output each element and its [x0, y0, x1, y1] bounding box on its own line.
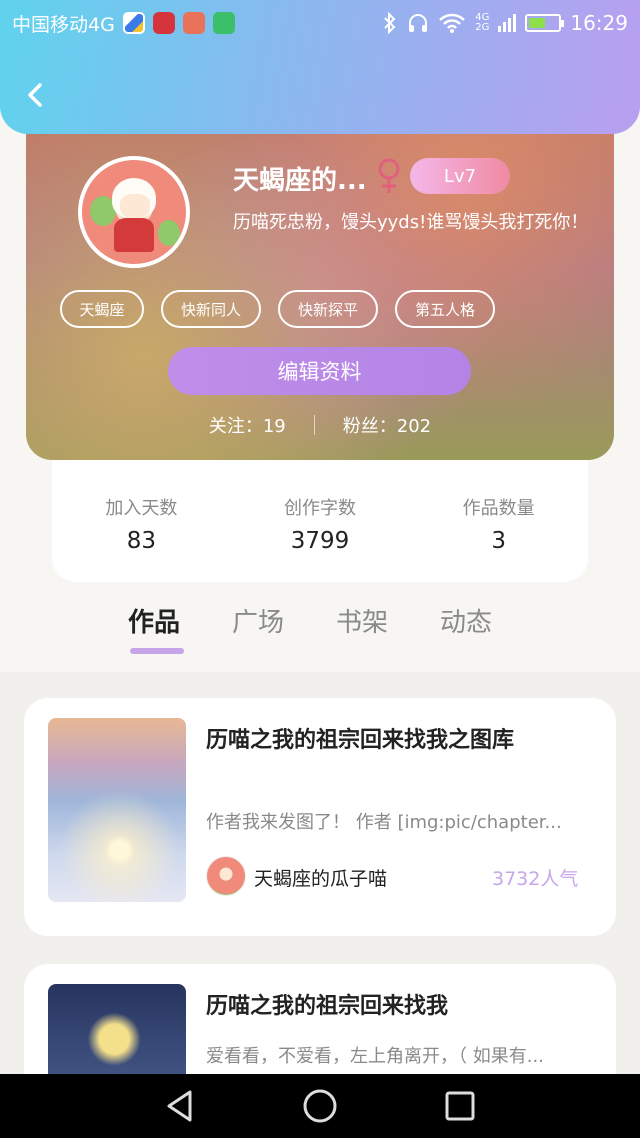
stat-value: 3	[491, 528, 506, 554]
app-notification-icon	[122, 12, 145, 34]
tag-item[interactable]: 快新同人	[161, 290, 261, 328]
tab-plaza[interactable]: 广场	[232, 602, 284, 639]
clock: 16:29	[570, 11, 628, 35]
network-type: 4G 2G	[475, 13, 489, 33]
author-avatar	[206, 856, 246, 896]
chevron-left-icon	[28, 83, 42, 107]
battery-icon	[525, 14, 565, 32]
signal-icon	[498, 14, 517, 32]
triangle-back-icon	[167, 1090, 192, 1122]
username: 天蝎座的...	[233, 166, 367, 196]
work-cover-image	[48, 984, 186, 1074]
divider	[313, 415, 315, 435]
tab-works[interactable]: 作品	[128, 602, 180, 639]
tab-activity[interactable]: 动态	[440, 602, 492, 639]
status-right: 4G 2G 16:29	[382, 11, 628, 35]
stat-value: 3799	[290, 528, 350, 554]
followers-count[interactable]: 粉丝：202	[343, 412, 431, 438]
tab-bookshelf[interactable]: 书架	[336, 602, 388, 639]
tag-item[interactable]: 第五人格	[395, 290, 495, 328]
female-icon	[378, 158, 400, 193]
stat-value: 83	[126, 528, 156, 554]
follow-stats: 关注：19 粉丝：202	[26, 412, 614, 438]
tabs: 作品 广场 书架 动态	[128, 602, 492, 639]
tag-item[interactable]: 快新探平	[278, 290, 378, 328]
bluetooth-icon	[384, 12, 396, 34]
stat-label: 加入天数	[105, 498, 178, 519]
back-button[interactable]	[18, 78, 52, 112]
system-nav-bar	[0, 1074, 640, 1138]
square-recents-icon	[445, 1091, 475, 1121]
stat-days-joined: 加入天数 83	[66, 494, 216, 582]
stat-word-count: 创作字数 3799	[245, 494, 395, 582]
status-bar: 中国移动4G 4G 2G 16:29	[0, 0, 640, 46]
work-title: 历喵之我的祖宗回来找我	[206, 994, 449, 1019]
active-tab-indicator	[130, 648, 184, 654]
nav-recents-button[interactable]	[438, 1084, 482, 1128]
nav-home-button[interactable]	[298, 1084, 342, 1128]
stats-card: 加入天数 83 创作字数 3799 作品数量 3	[52, 446, 588, 582]
tab-bar: 作品 广场 书架 动态	[0, 582, 640, 672]
work-excerpt: 爱看看，不爱看，左上角离开，（ 如果有...	[206, 1046, 544, 1067]
stat-works-count: 作品数量 3	[424, 494, 574, 582]
profile-card: 天蝎座的... Lv7 历喵死忠粉，馒头yyds!谁骂馒头我打死你！ 天蝎座 快…	[26, 110, 614, 460]
tag-list: 天蝎座 快新同人 快新探平 第五人格	[60, 290, 495, 328]
eye-app-icon	[212, 12, 235, 34]
work-cover-image	[48, 718, 186, 902]
author-name: 天蝎座的瓜子喵	[254, 868, 388, 890]
tag-item[interactable]: 天蝎座	[60, 290, 144, 328]
nav-back-button[interactable]	[158, 1084, 202, 1128]
stat-label: 创作字数	[283, 498, 356, 519]
edit-profile-button[interactable]: 编辑资料	[168, 347, 471, 395]
circle-home-icon	[303, 1089, 337, 1123]
wifi-icon	[439, 13, 466, 33]
works-list: 历喵之我的祖宗回来找我之图库 作者我来发图了！ 作者 [img:pic/chap…	[0, 672, 640, 1074]
work-title: 历喵之我的祖宗回来找我之图库	[206, 728, 515, 753]
carrier-label: 中国移动4G	[12, 13, 115, 36]
headphones-icon	[409, 14, 428, 32]
level-badge: Lv7	[410, 158, 510, 194]
status-left: 中国移动4G	[12, 10, 235, 37]
user-bio: 历喵死忠粉，馒头yyds!谁骂馒头我打死你！	[233, 212, 589, 233]
popularity-count: 3732人气	[492, 868, 579, 890]
stat-label: 作品数量	[462, 498, 535, 519]
list-item[interactable]: 历喵之我的祖宗回来找我之图库 作者我来发图了！ 作者 [img:pic/chap…	[24, 698, 616, 936]
list-item[interactable]: 历喵之我的祖宗回来找我 爱看看，不爱看，左上角离开，（ 如果有...	[24, 964, 616, 1074]
reader-app-icon	[182, 12, 205, 34]
following-count[interactable]: 关注：19	[209, 412, 286, 438]
avatar[interactable]	[78, 156, 190, 268]
work-excerpt: 作者我来发图了！ 作者 [img:pic/chapter...	[206, 812, 562, 833]
music-app-icon	[152, 12, 175, 34]
network-type-bottom: 2G	[475, 22, 490, 33]
